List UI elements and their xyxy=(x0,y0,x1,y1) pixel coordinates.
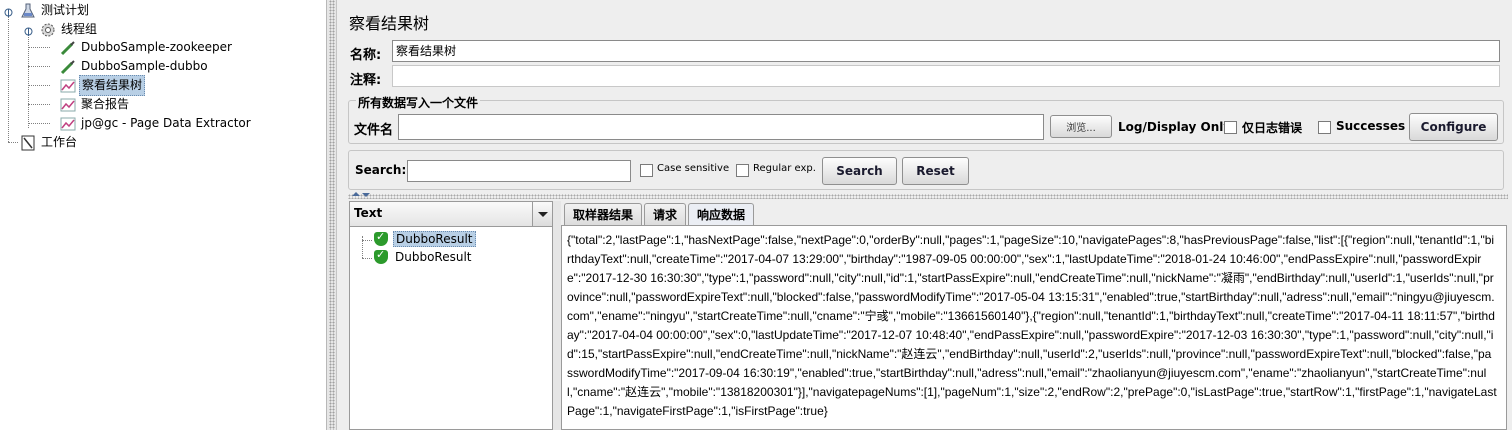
tree-item-label: 察看结果树 xyxy=(79,75,146,96)
comment-field[interactable] xyxy=(392,65,1500,87)
tree-item-view-results-tree[interactable]: 察看结果树 xyxy=(60,75,146,96)
search-button[interactable]: Search xyxy=(822,157,897,185)
graph-icon xyxy=(60,78,76,94)
graph-icon xyxy=(60,97,76,113)
file-section-title: 所有数据写入一个文件 xyxy=(356,94,481,111)
tree-item-label: 线程组 xyxy=(61,22,98,36)
case-sensitive-checkbox[interactable] xyxy=(640,164,653,177)
splitter-grip xyxy=(329,0,335,430)
log-display-only-label: Log/Display Only: xyxy=(1118,120,1236,134)
filename-input[interactable] xyxy=(398,114,1044,140)
success-shield-icon xyxy=(374,248,388,264)
tree-line xyxy=(28,66,50,67)
flask-icon xyxy=(20,3,36,19)
tree-line xyxy=(28,123,50,124)
renderer-value: Text xyxy=(354,206,383,220)
tree-item-test-plan[interactable]: 测试计划 xyxy=(20,1,91,20)
response-data-pane[interactable]: {"total":2,"lastPage":1,"hasNextPage":fa… xyxy=(561,225,1507,430)
filename-label: 文件名 xyxy=(354,123,394,138)
dropdown-arrow-icon[interactable] xyxy=(532,202,552,226)
test-plan-tree[interactable]: 测试计划 线程组 DubboSample-zookeeper DubboSamp… xyxy=(0,0,327,430)
expand-up-icon[interactable] xyxy=(352,192,360,196)
detail-tabs: 取样器结果 请求 响应数据 xyxy=(564,203,756,225)
success-shield-icon xyxy=(374,230,388,246)
tree-line xyxy=(28,104,50,105)
tree-item-label: DubboSample-zookeeper xyxy=(81,40,232,54)
errors-only-checkbox[interactable] xyxy=(1224,121,1237,134)
tree-item-page-data-extractor[interactable]: jp@gc - Page Data Extractor xyxy=(60,114,253,133)
tree-item-label: 工作台 xyxy=(41,135,78,149)
tree-item-label: 聚合报告 xyxy=(81,97,130,111)
result-item[interactable]: DubboResult xyxy=(374,248,474,266)
tab-request[interactable]: 请求 xyxy=(644,203,687,225)
tree-item-dubbo-sample-zookeeper[interactable]: DubboSample-zookeeper xyxy=(60,38,234,57)
errors-only-label: 仅日志错误 xyxy=(1242,121,1303,135)
results-splitter[interactable] xyxy=(553,201,561,430)
tree-item-label: 测试计划 xyxy=(41,3,90,17)
result-item[interactable]: DubboResult xyxy=(374,230,476,248)
configure-button[interactable]: Configure xyxy=(1409,113,1498,141)
search-label: Search: xyxy=(355,163,407,177)
tab-response-data[interactable]: 响应数据 xyxy=(688,203,755,225)
comment-label: 注释: xyxy=(350,73,382,88)
successes-checkbox[interactable] xyxy=(1318,121,1331,134)
expand-down-icon[interactable] xyxy=(362,193,370,197)
name-field[interactable]: 察看结果树 xyxy=(392,40,1500,62)
regex-label: Regular exp. xyxy=(753,163,816,174)
renderer-select[interactable]: Text xyxy=(350,202,552,227)
response-text: {"total":2,"lastPage":1,"hasNextPage":fa… xyxy=(567,233,1497,418)
results-tree[interactable]: Text DubboResult DubboResult xyxy=(349,201,553,430)
tree-item-workbench[interactable]: 工作台 xyxy=(20,133,79,152)
result-item-label: DubboResult xyxy=(395,250,472,264)
search-input[interactable] xyxy=(407,160,631,182)
tree-item-aggregate-report[interactable]: 聚合报告 xyxy=(60,95,131,114)
pipette-icon xyxy=(60,59,76,75)
graph-icon xyxy=(60,116,76,132)
successes-label: Successes xyxy=(1336,119,1406,133)
tree-item-thread-group[interactable]: 线程组 xyxy=(40,20,99,39)
name-label: 名称: xyxy=(350,48,382,63)
tree-item-dubbo-sample-dubbo[interactable]: DubboSample-dubbo xyxy=(60,57,210,76)
tree-item-label: DubboSample-dubbo xyxy=(81,59,208,73)
case-sensitive-label: Case sensitive xyxy=(657,163,730,174)
tree-line xyxy=(28,47,50,48)
workbench-icon xyxy=(20,135,36,151)
result-item-label: DubboResult xyxy=(393,231,476,247)
tree-line xyxy=(362,240,372,241)
pipette-icon xyxy=(60,40,76,56)
panel-title: 察看结果树 xyxy=(349,14,430,33)
tree-line xyxy=(8,142,18,143)
collapse-handle-icon[interactable] xyxy=(24,25,33,36)
collapse-handle-icon[interactable] xyxy=(4,6,13,17)
tree-item-label: jp@gc - Page Data Extractor xyxy=(81,116,251,130)
tree-line xyxy=(362,258,372,259)
tree-line xyxy=(8,14,9,142)
reset-button[interactable]: Reset xyxy=(902,157,969,185)
main-splitter[interactable] xyxy=(327,0,337,430)
browse-button[interactable]: 浏览... xyxy=(1050,115,1112,138)
vertical-splitter[interactable] xyxy=(348,194,1508,199)
tree-line xyxy=(28,85,50,86)
regex-checkbox[interactable] xyxy=(736,164,749,177)
tab-sampler-result[interactable]: 取样器结果 xyxy=(564,203,643,225)
gear-icon xyxy=(40,22,56,38)
view-results-tree-panel: 察看结果树 名称: 察看结果树 注释: 所有数据写入一个文件 文件名 浏览...… xyxy=(338,0,1512,430)
